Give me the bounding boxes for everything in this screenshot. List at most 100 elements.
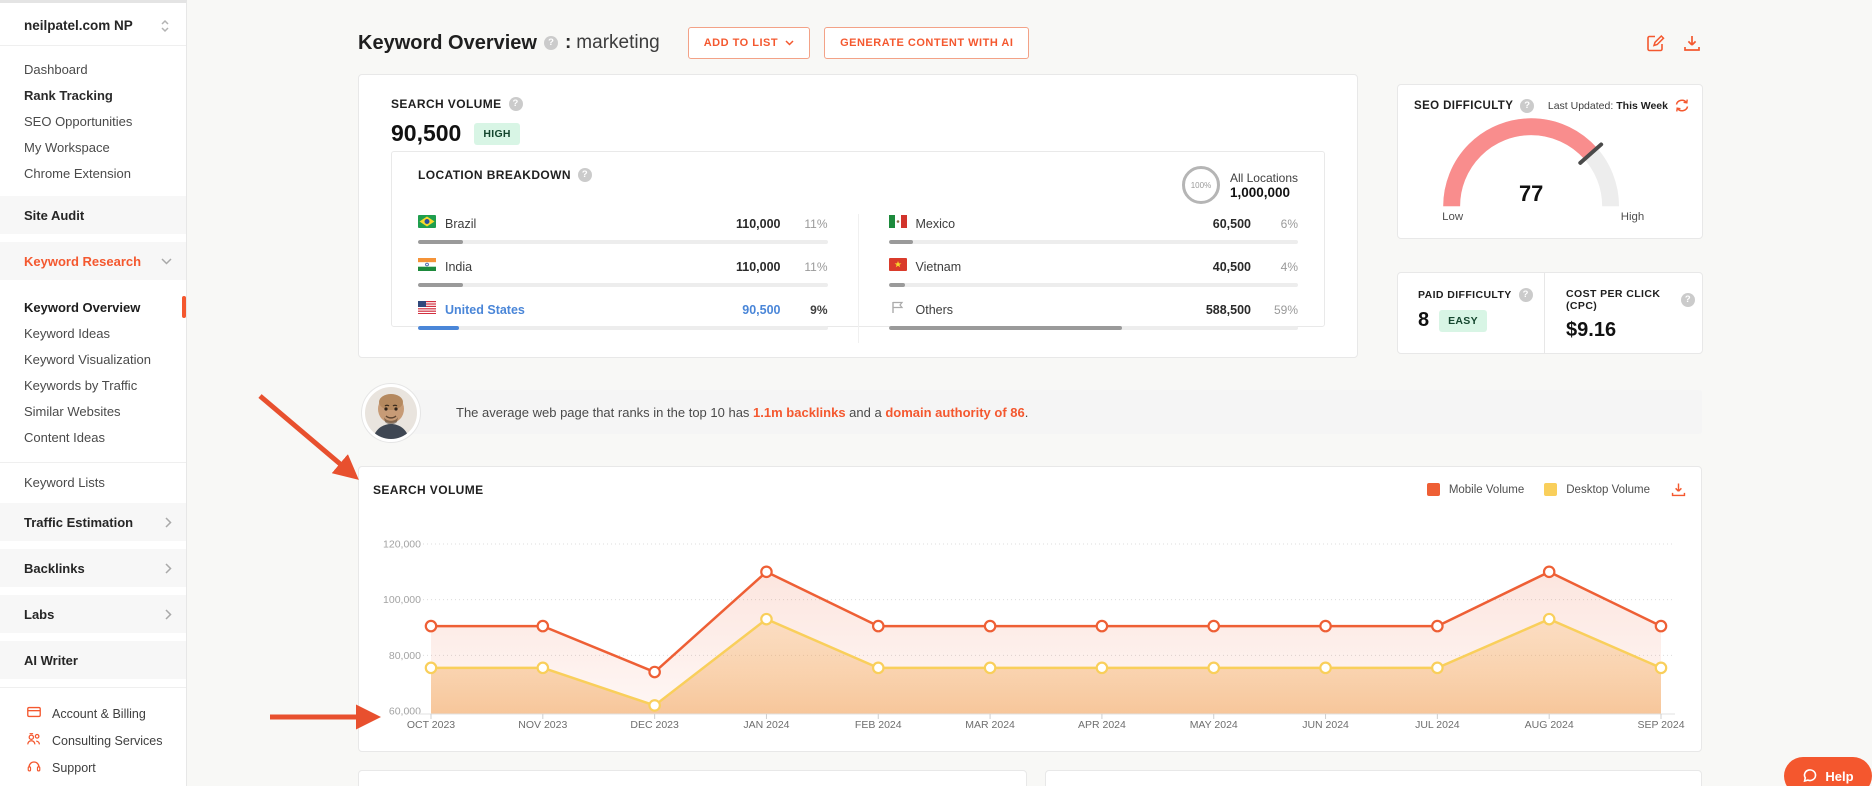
sidebar-item-keyword-overview[interactable]: Keyword Overview (0, 294, 186, 320)
sidebar-item-keywords-by-traffic[interactable]: Keywords by Traffic (0, 372, 186, 398)
sidebar-item-backlinks[interactable]: Backlinks (0, 549, 186, 587)
mobile-data-point (760, 565, 773, 579)
chevron-down-icon (161, 257, 172, 265)
paid-difficulty-badge: EASY (1439, 309, 1487, 332)
mobile-data-point (871, 619, 885, 633)
sidebar-item-site-audit[interactable]: Site Audit (0, 196, 186, 234)
desktop-swatch-icon (1544, 483, 1558, 496)
sidebar-item-keyword-research[interactable]: Keyword Research (0, 242, 186, 280)
sidebar-item-rank-tracking[interactable]: Rank Tracking (0, 82, 186, 108)
help-tooltip-icon[interactable]: ? (508, 97, 523, 111)
help-tooltip-icon[interactable]: ? (1681, 293, 1695, 307)
sidebar: neilpatel.com NP Dashboard Rank Tracking… (0, 0, 187, 786)
sidebar-item-seo-opportunities[interactable]: SEO Opportunities (0, 108, 186, 134)
x-axis-tick-label: SEP 2024 (1637, 719, 1684, 731)
insight-banner: The average web page that ranks in the t… (412, 390, 1702, 434)
arrow-to-chart-title (258, 394, 359, 480)
y-axis-tick-label: 60,000 (389, 706, 421, 718)
edit-report-icon[interactable] (1646, 33, 1666, 53)
india-flag-icon (418, 258, 436, 276)
legend-desktop-volume[interactable]: Desktop Volume (1544, 483, 1650, 496)
sidebar-item-ai-writer[interactable]: AI Writer (0, 641, 186, 679)
page-title: Keyword Overview (358, 31, 537, 54)
refresh-icon[interactable] (1674, 98, 1690, 113)
desktop-data-point (536, 661, 550, 675)
mobile-data-point (1542, 565, 1556, 579)
paid-difficulty-block: PAID DIFFICULTY ? 8 EASY (1398, 273, 1544, 353)
sidebar-item-similar-websites[interactable]: Similar Websites (0, 398, 186, 424)
location-breakdown-panel: LOCATION BREAKDOWN ? 100% All Locations … (391, 151, 1325, 343)
mobile-data-point (1654, 619, 1668, 633)
legend-mobile-volume[interactable]: Mobile Volume (1426, 483, 1524, 496)
sidebar-item-keyword-visualization[interactable]: Keyword Visualization (0, 346, 186, 372)
chevron-down-icon (785, 40, 794, 46)
mobile-data-point (1431, 619, 1444, 633)
chart-title: SEARCH VOLUME (373, 483, 484, 497)
brazil-flag-icon (418, 215, 436, 233)
mobile-data-point (424, 619, 438, 633)
x-axis-tick-label: MAY 2024 (1190, 719, 1238, 731)
generate-content-button[interactable]: GENERATE CONTENT WITH AI (824, 27, 1030, 59)
sidebar-item-keyword-ideas[interactable]: Keyword Ideas (0, 320, 186, 346)
sidebar-item-consulting-services[interactable]: Consulting Services (0, 727, 186, 754)
chart-download-icon[interactable] (1670, 481, 1687, 498)
sidebar-item-labs[interactable]: Labs (0, 595, 186, 633)
sidebar-item-my-workspace[interactable]: My Workspace (0, 134, 186, 160)
sidebar-item-content-ideas[interactable]: Content Ideas (0, 424, 186, 450)
keyword-term: marketing (576, 32, 660, 53)
mobile-data-point (536, 619, 550, 633)
cpc-block: COST PER CLICK (CPC) ? $9.16 (1544, 273, 1702, 353)
gauge-low-label: Low (1442, 211, 1464, 223)
chevron-right-icon (165, 608, 172, 620)
keyword-overview-page: neilpatel.com NP Dashboard Rank Tracking… (0, 0, 1872, 786)
all-locations-label: All Locations (1229, 170, 1298, 185)
location-progress-bar (418, 326, 828, 330)
last-updated-label: Last Updated: (1547, 99, 1614, 112)
mobile-data-point (648, 665, 661, 679)
x-axis-tick-label: NOV 2023 (518, 719, 567, 731)
us-flag-icon (418, 301, 436, 319)
desktop-data-point (1431, 661, 1444, 675)
seo-difficulty-score: 77 (1519, 181, 1543, 206)
x-axis-tick-label: MAR 2024 (965, 719, 1015, 731)
location-row-united-states[interactable]: United States 90,500 9% (418, 300, 828, 330)
account-switcher[interactable]: neilpatel.com NP (0, 3, 186, 46)
seo-difficulty-title: SEO DIFFICULTY ? (1414, 98, 1541, 113)
desktop-data-point (1654, 661, 1668, 675)
paid-difficulty-cpc-card: PAID DIFFICULTY ? 8 EASY COST PER CLICK … (1397, 272, 1703, 354)
help-tooltip-icon[interactable]: ? (543, 36, 558, 50)
download-report-icon[interactable] (1682, 33, 1702, 53)
sidebar-item-support[interactable]: Support (0, 754, 186, 781)
location-row-mexico: Mexico 60,500 6% (888, 214, 1298, 244)
chevron-right-icon (165, 562, 172, 574)
x-axis-tick-label: FEB 2024 (855, 719, 902, 731)
mobile-data-point (1095, 619, 1109, 633)
help-tooltip-icon[interactable]: ? (1518, 288, 1533, 302)
volume-line-chart[interactable]: 120,000 100,000 80,000 60,000OCT 2023 NOV 20… (359, 509, 1703, 749)
sidebar-item-account-billing[interactable]: Account & Billing (0, 700, 186, 727)
help-tooltip-icon[interactable]: ? (577, 168, 592, 182)
help-tooltip-icon[interactable]: ? (1520, 98, 1535, 113)
location-progress-bar (888, 326, 1298, 330)
sidebar-item-traffic-estimation[interactable]: Traffic Estimation (0, 503, 186, 541)
cpc-value: $9.16 (1566, 319, 1617, 341)
location-row-brazil: Brazil 110,000 11% (418, 214, 828, 244)
sidebar-item-clipped[interactable] (0, 781, 186, 786)
all-locations-widget: 100% All Locations 1,000,000 (1181, 166, 1298, 204)
sidebar-item-dashboard[interactable]: Dashboard (0, 56, 186, 82)
backlinks-highlight: 1.1m backlinks (753, 404, 846, 420)
account-updown-icon (160, 19, 170, 33)
gauge-high-label: High (1621, 211, 1644, 223)
last-updated-value: This Week (1616, 99, 1668, 112)
help-button[interactable]: Help (1784, 757, 1872, 786)
x-axis-tick-label: DEC 2023 (630, 719, 679, 731)
add-to-list-button[interactable]: ADD TO LIST (687, 27, 811, 59)
sidebar-item-keyword-lists[interactable]: Keyword Lists (0, 469, 186, 495)
location-row-india: India 110,000 11% (418, 257, 828, 287)
y-axis-tick-label: 120,000 (383, 539, 421, 551)
sidebar-item-chrome-extension[interactable]: Chrome Extension (0, 160, 186, 186)
chart-legend: Mobile Volume Desktop Volume (1426, 481, 1687, 498)
y-axis-tick-label: 80,000 (389, 650, 421, 662)
x-axis-tick-label: APR 2024 (1078, 719, 1126, 731)
mexico-flag-icon (888, 215, 907, 233)
